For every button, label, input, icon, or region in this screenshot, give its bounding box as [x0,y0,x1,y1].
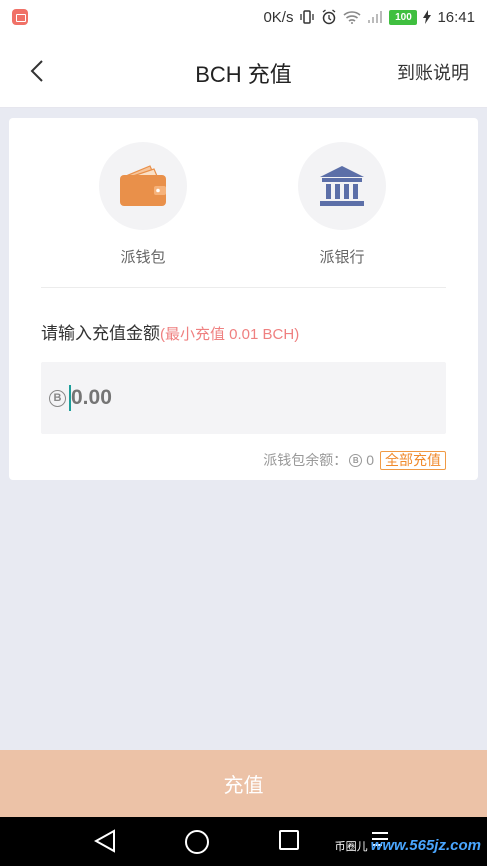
bank-icon-circle [298,142,386,230]
wifi-icon [343,10,361,24]
watermark-badge: 币圈儿 [334,840,368,853]
option-wallet-label: 派钱包 [120,249,166,266]
option-bank-label: 派银行 [319,249,365,266]
charging-icon [423,10,432,24]
option-bank[interactable]: 派银行 [292,142,392,267]
nav-recent-button[interactable] [278,829,300,851]
nav-back-button[interactable] [94,829,116,853]
clock: 16:41 [437,8,475,26]
battery-indicator: 100 [389,9,418,25]
notification-icon [12,9,28,25]
app-header: BCH 充值 到账说明 [0,34,487,108]
deposit-card: 派钱包 派银行 请输入充值金额(最小充值 0.01 BCH) B 派钱包余额： … [9,118,478,480]
vibrate-icon [299,9,315,25]
balance-row: 派钱包余额： B 0 全部充值 [263,450,446,470]
divider [41,287,446,288]
status-right: 0K/s 100 16:41 [263,9,475,26]
deposit-info-link[interactable]: 到账说明 [397,59,469,85]
amount-field[interactable]: B [41,362,446,434]
recharge-button[interactable]: 充值 [0,750,487,817]
nav-home-button[interactable] [184,829,210,855]
wallet-icon-circle [99,142,187,230]
balance-label: 派钱包余额： [263,452,348,468]
status-left [12,9,28,25]
watermark-site: www.565jz.com [370,837,481,854]
nav-home-icon [185,830,209,854]
balance-value: 0 [366,452,374,468]
nav-recent-icon [279,830,299,850]
nav-back-icon [94,829,115,853]
amount-label: 请输入充值金额(最小充值 0.01 BCH) [41,319,299,344]
amount-input[interactable] [71,386,371,410]
amount-label-text: 请输入充值金额 [41,324,160,343]
status-bar: 0K/s 100 16:41 [0,0,487,34]
option-wallet[interactable]: 派钱包 [93,142,193,267]
wallet-icon [120,165,166,206]
system-nav-bar: 币圈儿 www.565jz.com [0,817,487,866]
alarm-icon [321,9,337,25]
network-speed: 0K/s [263,8,294,26]
bank-icon [320,166,364,206]
coin-small-icon: B [349,453,363,467]
signal-icon [367,10,383,24]
amount-min-hint: (最小充值 0.01 BCH) [160,326,300,343]
watermark: 币圈儿 www.565jz.com [335,837,481,854]
deposit-all-button[interactable]: 全部充值 [380,450,446,470]
bitcoin-cash-icon: B [49,389,66,407]
